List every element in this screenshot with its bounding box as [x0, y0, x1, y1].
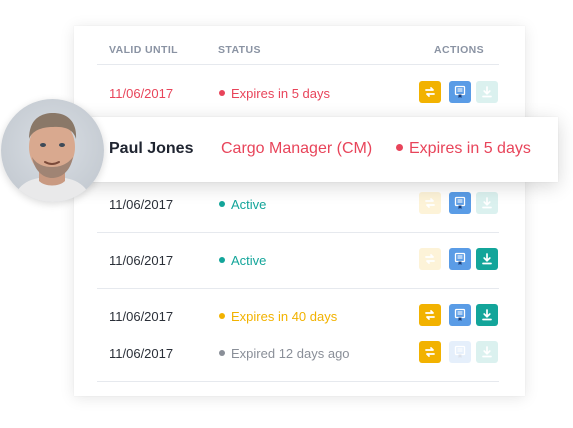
user-status-label: Expires in 5 days [409, 140, 531, 157]
highlighted-user-row[interactable]: Paul Jones Cargo Manager (CM) Expires in… [60, 117, 558, 182]
status-label: Expires in 40 days [231, 309, 338, 324]
download-button[interactable] [476, 192, 498, 214]
column-header-status: STATUS [218, 44, 261, 56]
status-cell: Expires in 5 days [219, 86, 330, 102]
valid-until-cell: 11/06/2017 [109, 86, 174, 101]
valid-until-cell: 11/06/2017 [109, 197, 174, 212]
user-role: Cargo Manager (CM) [221, 140, 373, 157]
download-icon [482, 346, 492, 358]
certificate-icon [454, 252, 466, 265]
download-icon [482, 86, 492, 98]
valid-until-cell: 11/06/2017 [109, 309, 174, 324]
row-divider [97, 232, 499, 233]
view-certificate-button[interactable] [449, 192, 471, 214]
avatar [1, 99, 104, 202]
download-button[interactable] [476, 248, 498, 270]
status-cell: Expired 12 days ago [219, 346, 350, 362]
download-icon [482, 253, 492, 265]
status-label: Active [231, 197, 267, 212]
swap-arrows-icon [425, 198, 435, 208]
view-certificate-button[interactable] [449, 81, 471, 103]
swap-arrows-icon [425, 310, 435, 320]
user-status: Expires in 5 days [396, 140, 531, 158]
status-cell: Active [219, 253, 266, 269]
download-button[interactable] [476, 341, 498, 363]
status-dot [219, 350, 225, 356]
row-divider [97, 288, 499, 289]
view-certificate-button[interactable] [449, 341, 471, 363]
status-label: Expired 12 days ago [231, 346, 350, 361]
status-dot [219, 313, 225, 319]
certificate-icon [454, 85, 466, 98]
person-icon [13, 113, 92, 202]
status-cell: Active [219, 197, 266, 213]
status-dot [396, 144, 403, 151]
download-icon [482, 309, 492, 321]
renew-button[interactable] [419, 81, 441, 103]
download-button[interactable] [476, 304, 498, 326]
valid-until-cell: 11/06/2017 [109, 346, 174, 361]
header-divider [97, 64, 499, 65]
swap-arrows-icon [425, 347, 435, 357]
renew-button[interactable] [419, 192, 441, 214]
status-dot [219, 90, 225, 96]
download-icon [482, 197, 492, 209]
certificate-icon [454, 345, 466, 358]
swap-arrows-icon [425, 87, 435, 97]
table-bottom-divider [97, 381, 499, 382]
status-dot [219, 201, 225, 207]
user-name: Paul Jones [109, 140, 194, 157]
swap-arrows-icon [425, 254, 435, 264]
renew-button[interactable] [419, 248, 441, 270]
status-label: Active [231, 253, 267, 268]
status-cell: Expires in 40 days [219, 309, 337, 325]
download-button[interactable] [476, 81, 498, 103]
column-header-valid-until: VALID UNTIL [109, 44, 178, 56]
view-certificate-button[interactable] [449, 304, 471, 326]
status-dot [219, 257, 225, 263]
renew-button[interactable] [419, 304, 441, 326]
view-certificate-button[interactable] [449, 248, 471, 270]
valid-until-cell: 11/06/2017 [109, 253, 174, 268]
status-label: Expires in 5 days [231, 86, 330, 101]
certificate-icon [454, 196, 466, 209]
column-header-actions: ACTIONS [434, 44, 485, 56]
renew-button[interactable] [419, 341, 441, 363]
certificate-icon [454, 308, 466, 321]
